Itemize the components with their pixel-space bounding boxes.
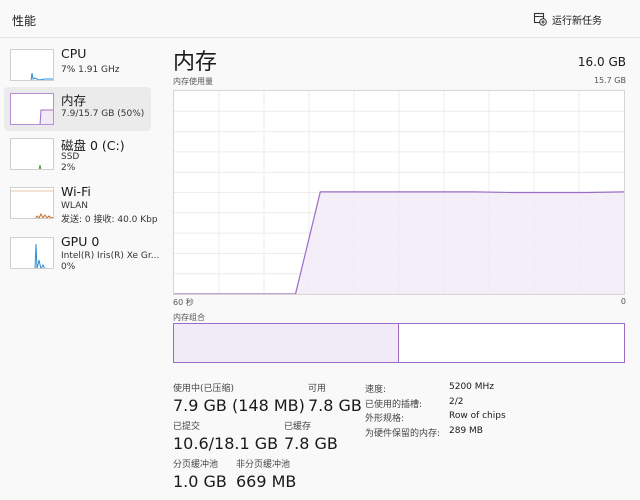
spec-value: 289 MB (449, 425, 483, 436)
spec-row-slots: 已使用的插槽: 2/2 (365, 397, 506, 412)
sidebar-item-detail: Intel(R) Iris(R) Xe Gr... (61, 251, 160, 261)
sidebar-item-detail: WLAN (61, 201, 89, 211)
nonpaged-pool-value: 669 MB (236, 472, 297, 491)
sidebar-item-detail: 2% (61, 163, 76, 173)
sidebar-item-label: CPU (61, 46, 87, 61)
cpu-thumbnail (10, 49, 54, 81)
spec-key: 外形规格: (365, 414, 405, 424)
disk-thumbnail (10, 138, 54, 170)
spec-row-hardware-reserved: 为硬件保留的内存: 289 MB (365, 426, 506, 441)
sidebar-item-label: Wi-Fi (61, 184, 91, 199)
memory-usage-chart (174, 91, 625, 295)
sidebar-item-detail: 0% (61, 262, 76, 272)
nonpaged-pool-stat: 非分页缓冲池 669 MB (236, 457, 296, 491)
window-title: 性能 (12, 14, 37, 28)
sidebar-item-detail: 7.9/15.7 GB (50%) (61, 109, 145, 119)
run-new-task-button[interactable]: 运行新任务 (533, 10, 602, 28)
sidebar-item-disk[interactable]: 磁盘 0 (C:) SSD 2% (4, 132, 151, 176)
cached-stat: 已缓存 7.8 GB (284, 419, 338, 453)
in-use-stat: 使用中(已压缩) 7.9 GB (148 MB) (173, 381, 305, 415)
paged-pool-value: 1.0 GB (173, 472, 227, 491)
run-new-task-label: 运行新任务 (552, 15, 602, 27)
wifi-thumbnail (10, 187, 54, 219)
committed-stat: 已提交 10.6/18.1 GB (173, 419, 278, 453)
sidebar-item-detail: SSD (61, 152, 80, 162)
run-task-icon (533, 12, 547, 26)
usage-graph-label: 内存使用量 (173, 77, 213, 86)
spec-value: Row of chips (449, 411, 506, 421)
spec-row-speed: 速度: 5200 MHz (365, 382, 506, 397)
paged-pool-label: 分页缓冲池 (173, 460, 219, 470)
usage-graph-max: 15.7 GB (593, 76, 626, 85)
spec-value: 2/2 (449, 396, 464, 407)
page-title: 内存 (173, 50, 218, 75)
available-value: 7.8 GB (308, 396, 362, 415)
memory-composition-bar (173, 323, 625, 363)
sidebar-item-detail: 发送: 0 接收: 40.0 Kbp (61, 215, 158, 225)
sidebar-item-wifi[interactable]: Wi-Fi WLAN 发送: 0 接收: 40.0 Kbp (4, 181, 158, 225)
composition-in-use-segment (174, 324, 399, 362)
title-bar: 性能 运行新任务 (0, 0, 640, 38)
memory-thumbnail (10, 93, 54, 125)
available-stat: 可用 7.8 GB (308, 381, 362, 415)
cached-label: 已缓存 (284, 422, 312, 432)
sidebar-item-gpu[interactable]: GPU 0 Intel(R) Iris(R) Xe Gr... 0% (4, 231, 159, 275)
committed-value: 10.6/18.1 GB (173, 434, 279, 453)
sidebar-item-label: GPU 0 (61, 234, 100, 249)
spec-key: 为硬件保留的内存: (365, 428, 441, 439)
sidebar-item-label: 内存 (61, 93, 87, 108)
nonpaged-pool-label: 非分页缓冲池 (236, 460, 291, 470)
graph-time-span-label: 60 秒 (173, 298, 194, 307)
spec-key: 速度: (365, 385, 387, 395)
spec-key: 已使用的插槽: (365, 399, 423, 410)
memory-panel: 内存 16.0 GB 内存使用量 15.7 GB 60 秒 0 内存组合 使用中… (158, 38, 640, 500)
available-label: 可用 (308, 384, 327, 394)
memory-usage-graph (173, 90, 625, 295)
sidebar: CPU 7% 1.91 GHz 内存 7.9/15.7 GB (50%) 磁盘 … (0, 38, 159, 500)
spec-row-form-factor: 外形规格: Row of chips (365, 411, 506, 426)
memory-usage-area (174, 191, 624, 294)
paged-pool-stat: 分页缓冲池 1.0 GB (173, 457, 227, 491)
graph-time-end-label: 0 (620, 297, 626, 306)
cached-value: 7.8 GB (284, 434, 338, 453)
total-memory: 16.0 GB (577, 55, 626, 69)
in-use-label: 使用中(已压缩) (173, 384, 235, 394)
committed-label: 已提交 (173, 422, 201, 432)
composition-label: 内存组合 (173, 313, 205, 322)
sidebar-item-memory[interactable]: 内存 7.9/15.7 GB (50%) (4, 87, 151, 131)
in-use-value: 7.9 GB (148 MB) (173, 396, 305, 415)
gpu-thumbnail (10, 237, 54, 269)
memory-specs: 速度: 5200 MHz 已使用的插槽: 2/2 外形规格: Row of ch… (365, 382, 506, 440)
spec-value: 5200 MHz (449, 382, 495, 392)
sidebar-item-cpu[interactable]: CPU 7% 1.91 GHz (4, 43, 151, 87)
sidebar-item-detail: 7% 1.91 GHz (61, 65, 120, 75)
